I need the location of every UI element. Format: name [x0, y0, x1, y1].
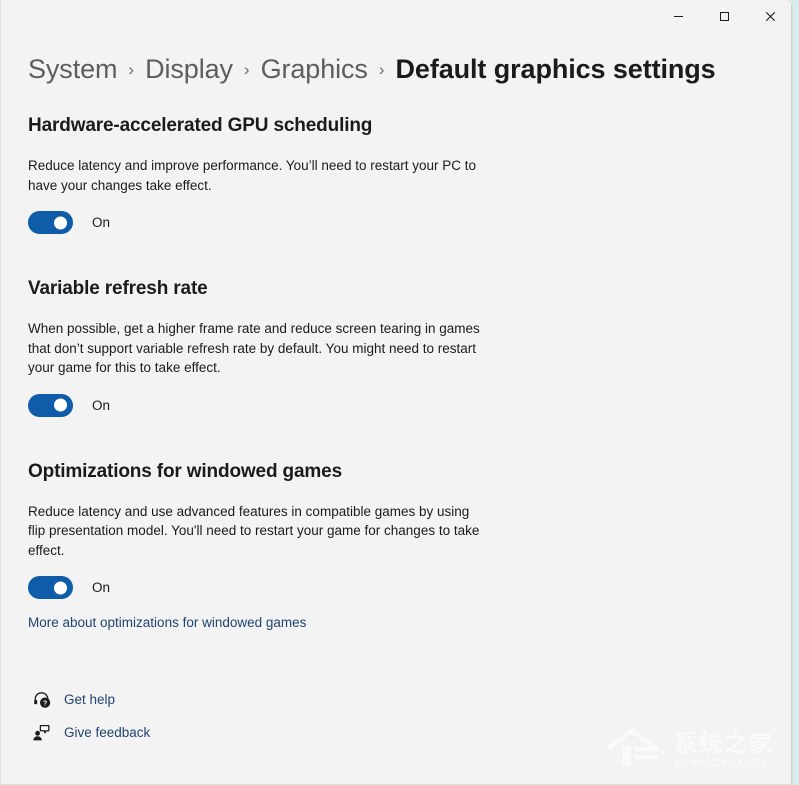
feedback-person-icon — [30, 721, 52, 743]
footer-link-label: Get help — [64, 691, 116, 707]
toggle-state-label: On — [92, 397, 111, 413]
breadcrumb: System › Display › Graphics › Default gr… — [28, 36, 765, 85]
footer-links: ? Get help Give feedback — [28, 684, 765, 747]
minimize-icon — [673, 11, 684, 22]
close-icon — [765, 11, 776, 22]
gpu-scheduling-toggle[interactable] — [28, 211, 73, 234]
breadcrumb-separator-icon: › — [128, 60, 135, 79]
section-title: Hardware-accelerated GPU scheduling — [28, 115, 373, 136]
title-bar[interactable] — [0, 0, 792, 36]
maximize-icon — [719, 11, 730, 22]
section-variable-refresh-rate: Variable refresh rate When possible, get… — [28, 278, 765, 417]
get-help-link[interactable]: ? Get help — [28, 684, 115, 714]
help-headset-icon: ? — [30, 688, 52, 710]
section-windowed-game-optimizations: Optimizations for windowed games Reduce … — [28, 461, 765, 633]
section-title: Variable refresh rate — [28, 278, 208, 299]
toggle-state-label: On — [92, 215, 111, 230]
section-description: When possible, get a higher frame rate a… — [28, 321, 480, 375]
watermark-english-text: XITONGZHIJIA.NET — [674, 757, 767, 768]
breadcrumb-item-display[interactable]: Display — [145, 54, 233, 85]
section-description: Reduce latency and use advanced features… — [28, 503, 480, 558]
footer-link-label: Give feedback — [64, 724, 151, 740]
toggle-knob — [54, 398, 67, 412]
section-description: Reduce latency and improve performance. … — [28, 158, 476, 193]
toggle-row: On — [28, 211, 765, 234]
svg-text:?: ? — [42, 700, 46, 707]
toggle-knob — [54, 581, 67, 594]
breadcrumb-item-system[interactable]: System — [28, 54, 118, 85]
toggle-row: On — [28, 576, 765, 599]
section-title: Optimizations for windowed games — [28, 460, 343, 482]
close-button[interactable] — [747, 0, 792, 33]
breadcrumb-item-current: Default graphics settings — [395, 54, 716, 84]
maximize-button[interactable] — [701, 0, 747, 33]
settings-content: System › Display › Graphics › Default gr… — [0, 36, 792, 750]
toggle-state-label: On — [92, 580, 111, 595]
windowed-optimizations-toggle[interactable] — [28, 576, 73, 599]
toggle-row: On — [28, 393, 765, 417]
more-about-windowed-optimizations-link[interactable]: More about optimizations for windowed ga… — [28, 615, 306, 630]
caption-button-group — [655, 0, 792, 33]
breadcrumb-separator-icon: › — [243, 60, 250, 79]
give-feedback-link[interactable]: Give feedback — [28, 717, 150, 747]
toggle-knob — [54, 216, 67, 229]
minimize-button[interactable] — [655, 0, 701, 33]
variable-refresh-rate-toggle[interactable] — [28, 393, 73, 417]
breadcrumb-item-graphics[interactable]: Graphics — [261, 54, 368, 85]
section-gpu-scheduling: Hardware-accelerated GPU scheduling Redu… — [28, 115, 765, 234]
breadcrumb-separator-icon: › — [378, 60, 385, 79]
settings-window: System › Display › Graphics › Default gr… — [0, 0, 793, 785]
